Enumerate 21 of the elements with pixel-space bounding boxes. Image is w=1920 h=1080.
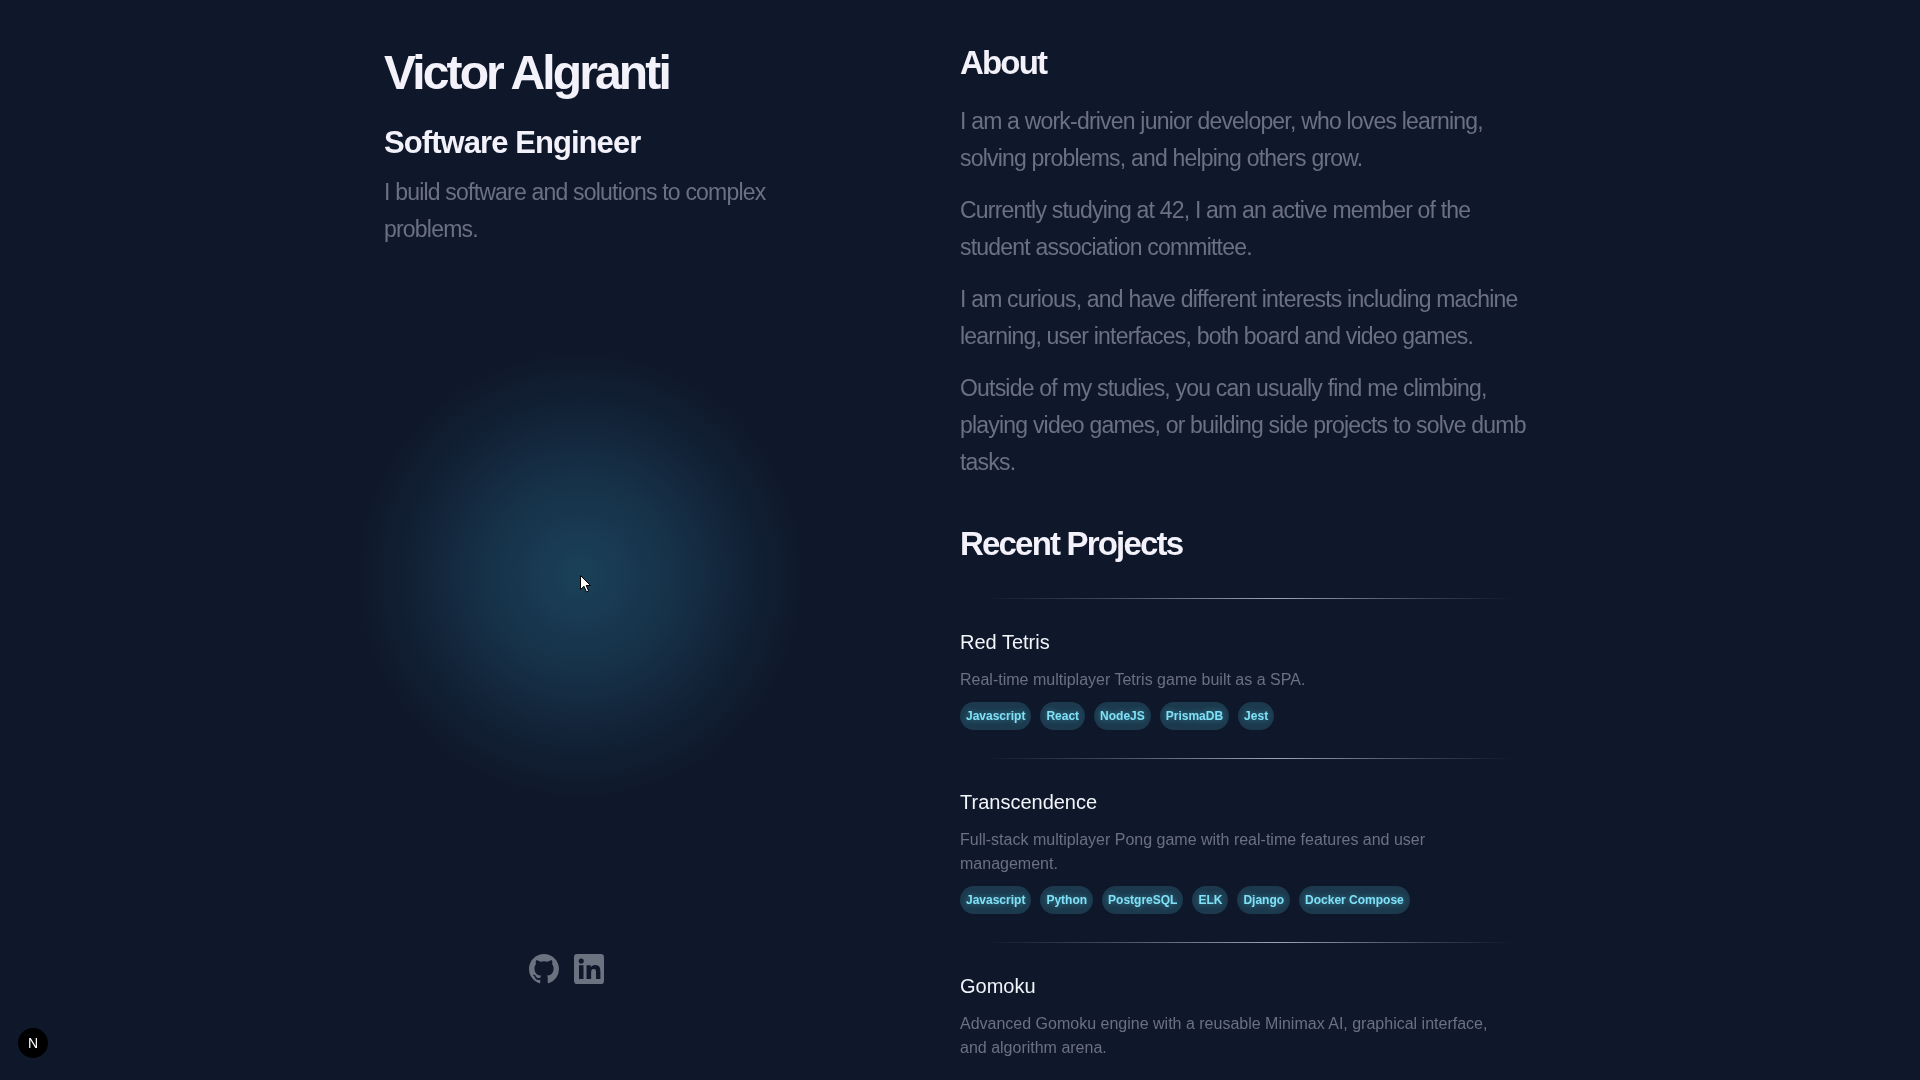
github-icon[interactable] xyxy=(529,954,559,984)
mouse-pointer-icon xyxy=(580,575,591,593)
about-paragraph: I am a work-driven junior developer, who loves learning, solving problems, and helping others grow. xyxy=(960,107,1484,173)
role-heading: Software Engineer xyxy=(384,124,641,161)
project-title: Transcendence xyxy=(960,790,1098,815)
linkedin-icon[interactable] xyxy=(574,954,604,984)
project-title: Gomoku xyxy=(960,974,1036,999)
section-heading: About xyxy=(960,43,1048,83)
dev-tools-button[interactable]: N xyxy=(18,1028,48,1058)
tech-tag: PrismaDB xyxy=(1159,702,1230,730)
section-heading: Recent Projects xyxy=(960,524,1184,564)
project-description: Real-time multiplayer Tetris game built as a SPA. xyxy=(960,670,1306,690)
tagline-text: I build software and solutions to complex problems. xyxy=(384,178,767,244)
project-title: Red Tetris xyxy=(960,630,1050,655)
name-heading: Victor Algranti xyxy=(384,45,669,101)
project-description: Full-stack multiplayer Pong game with real-time features and user management. xyxy=(960,830,1427,874)
tech-tag: ELK xyxy=(1192,886,1229,914)
about-paragraph: Currently studying at 42, I am an active member of the student association committee. xyxy=(960,196,1472,262)
project-description: Advanced Gomoku engine with a reusable Minimax AI, graphical interface, and algorithm arena. xyxy=(960,1014,1489,1058)
about-paragraph: I am curious, and have different interests including machine learning, user interfaces, both board and video games. xyxy=(960,285,1519,351)
about-paragraph: Outside of my studies, you can usually find me climbing, playing video games, or building side projects to solve dumb tasks. xyxy=(960,374,1527,477)
